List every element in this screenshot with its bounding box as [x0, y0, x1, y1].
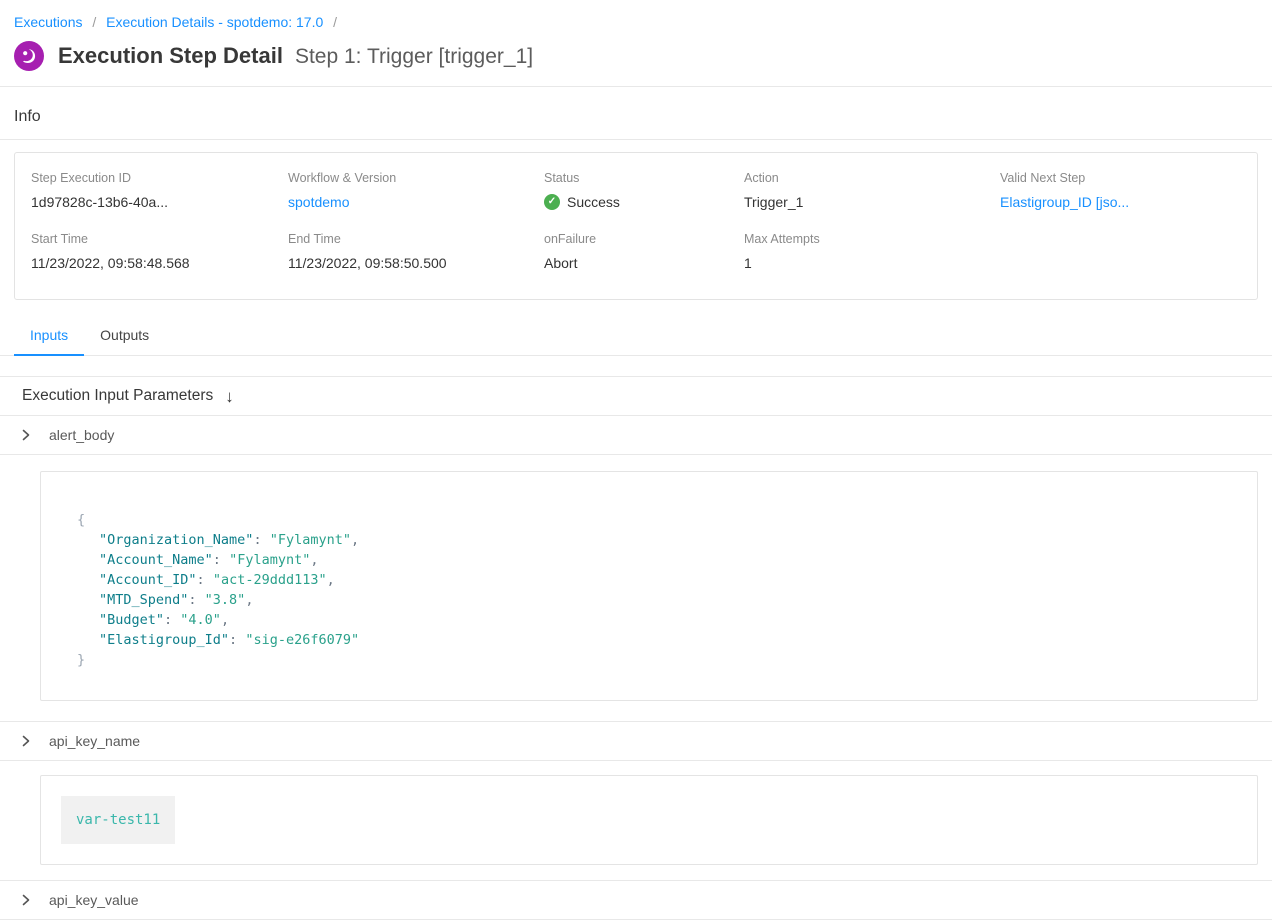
json-key: "Budget" — [99, 612, 164, 628]
field-status: Status ✓ Success — [544, 171, 744, 212]
alert-body-json-viewer: { "Organization_Name": "Fylamynt", "Acco… — [40, 471, 1258, 701]
param-name: api_key_name — [49, 733, 140, 749]
tab-bar: Inputs Outputs — [0, 317, 1272, 356]
field-end-time: End Time 11/23/2022, 09:58:50.500 — [288, 232, 544, 271]
field-label: Start Time — [31, 232, 288, 246]
field-step-execution-id: Step Execution ID 1d97828c-13b6-40a... — [31, 171, 288, 212]
field-label: Step Execution ID — [31, 171, 288, 185]
field-workflow-version: Workflow & Version spotdemo — [288, 171, 544, 212]
field-label: Max Attempts — [744, 232, 1000, 246]
api-key-name-value-card: var-test11 — [40, 775, 1258, 865]
chevron-right-icon — [20, 894, 32, 906]
field-label: Action — [744, 171, 1000, 185]
chevron-right-icon — [20, 429, 32, 441]
info-divider — [0, 139, 1272, 140]
json-comma: , — [221, 612, 229, 628]
field-label: onFailure — [544, 232, 744, 246]
json-value: "4.0" — [180, 612, 221, 628]
success-check-icon: ✓ — [544, 194, 560, 210]
json-colon: : — [164, 612, 180, 628]
status-text: Success — [567, 194, 620, 210]
json-brace: { — [77, 512, 85, 528]
params-header: Execution Input Parameters ↓ — [0, 377, 1272, 416]
collapse-all-arrow-icon[interactable]: ↓ — [225, 388, 234, 405]
json-colon: : — [253, 532, 269, 548]
field-action: Action Trigger_1 — [744, 171, 1000, 212]
workflow-link[interactable]: spotdemo — [288, 194, 349, 210]
breadcrumb-executions[interactable]: Executions — [14, 14, 82, 30]
json-key: "Account_Name" — [99, 552, 213, 568]
field-value: 11/23/2022, 09:58:50.500 — [288, 255, 544, 271]
json-colon: : — [229, 632, 245, 648]
page-title: Execution Step Detail — [58, 43, 283, 69]
page-subtitle: Step 1: Trigger [trigger_1] — [295, 45, 533, 69]
json-brace: } — [77, 652, 85, 668]
field-value: Abort — [544, 255, 744, 271]
json-comma: , — [310, 552, 318, 568]
breadcrumb-execution-details[interactable]: Execution Details - spotdemo: 17.0 — [106, 14, 323, 30]
param-name: alert_body — [49, 427, 114, 443]
tab-inputs[interactable]: Inputs — [14, 317, 84, 356]
json-comma: , — [245, 592, 253, 608]
param-row-api-key-value[interactable]: api_key_value — [0, 881, 1272, 920]
field-label: Valid Next Step — [1000, 171, 1241, 185]
field-value: Trigger_1 — [744, 194, 1000, 210]
page-header: Execution Step Detail Step 1: Trigger [t… — [0, 30, 1272, 86]
info-card: Step Execution ID 1d97828c-13b6-40a... W… — [14, 152, 1258, 300]
field-max-attempts: Max Attempts 1 — [744, 232, 1000, 271]
param-row-alert-body[interactable]: alert_body — [0, 416, 1272, 455]
json-value: "act-29ddd113" — [213, 572, 327, 588]
params-title: Execution Input Parameters — [22, 387, 213, 405]
breadcrumb-separator: / — [333, 14, 337, 30]
field-empty — [1000, 232, 1241, 271]
chevron-right-icon — [20, 735, 32, 747]
json-colon: : — [213, 552, 229, 568]
field-label: Workflow & Version — [288, 171, 544, 185]
json-value: "3.8" — [205, 592, 246, 608]
field-value: 11/23/2022, 09:58:48.568 — [31, 255, 288, 271]
breadcrumb: Executions / Execution Details - spotdem… — [0, 0, 1272, 30]
field-onfailure: onFailure Abort — [544, 232, 744, 271]
json-key: "MTD_Spend" — [99, 592, 188, 608]
info-section-title: Info — [14, 108, 1258, 126]
json-value: "Fylamynt" — [229, 552, 310, 568]
field-start-time: Start Time 11/23/2022, 09:58:48.568 — [31, 232, 288, 271]
json-colon: : — [188, 592, 204, 608]
field-label: Status — [544, 171, 744, 185]
json-key: "Account_ID" — [99, 572, 197, 588]
json-colon: : — [197, 572, 213, 588]
field-value: 1d97828c-13b6-40a... — [31, 194, 288, 210]
json-value: "Fylamynt" — [270, 532, 351, 548]
json-key: "Organization_Name" — [99, 532, 253, 548]
param-row-api-key-name[interactable]: api_key_name — [0, 722, 1272, 761]
field-valid-next-step: Valid Next Step Elastigroup_ID [jso... — [1000, 171, 1241, 212]
tab-outputs[interactable]: Outputs — [84, 317, 165, 356]
field-value: 1 — [744, 255, 1000, 271]
param-name: api_key_value — [49, 892, 139, 908]
json-value: "sig-e26f6079" — [245, 632, 359, 648]
json-comma: , — [351, 532, 359, 548]
valid-next-step-link[interactable]: Elastigroup_ID [jso... — [1000, 194, 1129, 210]
breadcrumb-separator: / — [92, 14, 96, 30]
json-key: "Elastigroup_Id" — [99, 632, 229, 648]
header-divider — [0, 86, 1272, 87]
fylamynt-logo-icon — [14, 41, 44, 71]
field-label: End Time — [288, 232, 544, 246]
json-comma: , — [327, 572, 335, 588]
api-key-name-value: var-test11 — [61, 796, 175, 844]
